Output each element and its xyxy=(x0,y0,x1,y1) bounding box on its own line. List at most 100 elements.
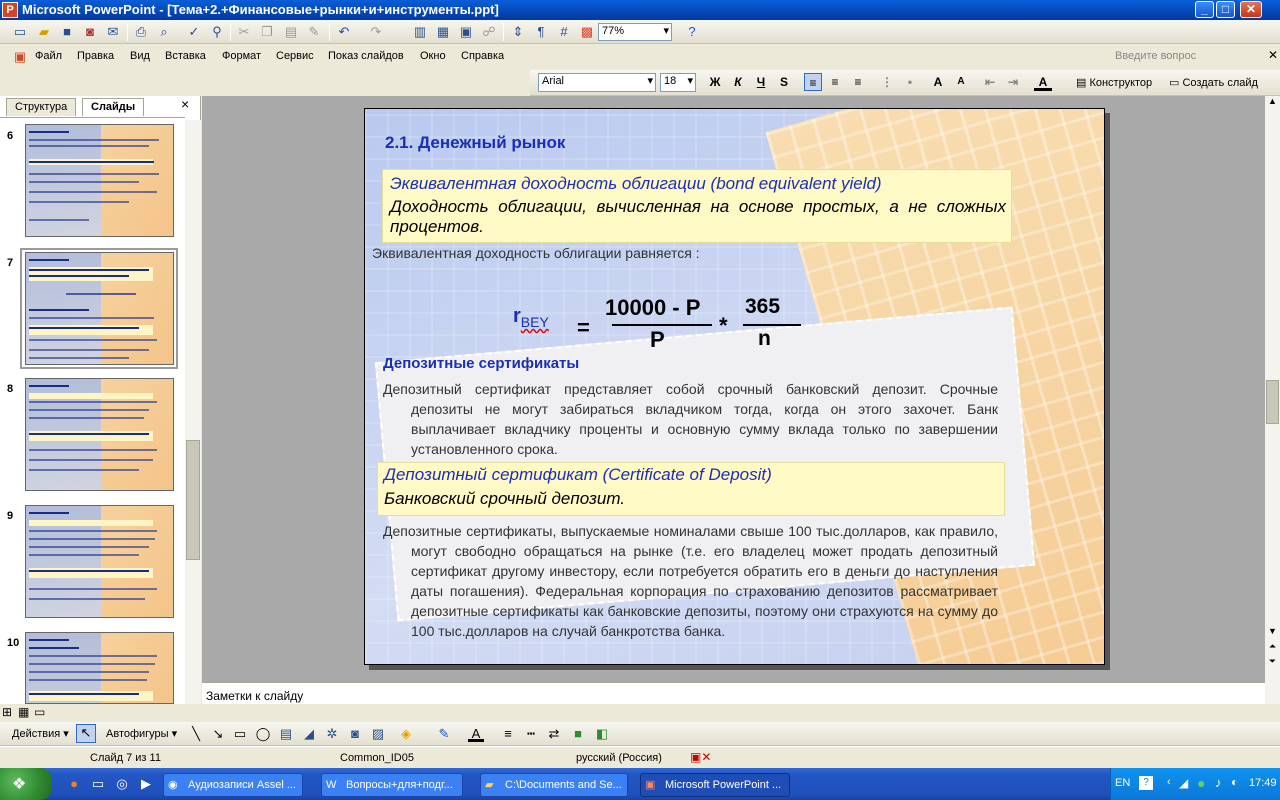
email-icon[interactable]: ✉ xyxy=(105,24,121,40)
design-button[interactable]: ▤ Конструктор xyxy=(1076,76,1152,89)
arrow-style-icon[interactable]: ⇄ xyxy=(546,726,562,742)
dash-style-icon[interactable]: ┅ xyxy=(523,726,539,742)
shadow-style-icon[interactable]: ■ xyxy=(570,726,586,742)
scrollbar-thumb[interactable] xyxy=(1266,380,1279,424)
spelling-icon[interactable]: ✓ xyxy=(186,24,202,40)
slide-thumbnail[interactable] xyxy=(25,632,174,704)
textbox-icon[interactable]: ▤ xyxy=(278,726,294,742)
network-icon[interactable]: ◢ xyxy=(1179,776,1188,790)
grid-icon[interactable]: # xyxy=(556,24,572,40)
copy-icon[interactable]: ❐ xyxy=(259,24,275,40)
next-slide-icon[interactable]: ⏷ xyxy=(1265,656,1280,671)
new-slide-button[interactable]: ▭ Создать слайд xyxy=(1169,76,1258,89)
tables-borders-icon[interactable]: ▣ xyxy=(458,24,474,40)
new-icon[interactable]: ▭ xyxy=(12,24,28,40)
desktop-icon[interactable]: ▭ xyxy=(90,776,106,792)
numbering-icon[interactable]: ⋮ xyxy=(878,73,896,91)
color-icon[interactable]: ▩ xyxy=(579,24,595,40)
undo-icon[interactable]: ↶ xyxy=(336,24,352,40)
status-tray-icon[interactable]: ● xyxy=(1197,775,1205,791)
wordart-icon[interactable]: ◢ xyxy=(301,726,317,742)
slide-thumbnail[interactable] xyxy=(25,378,174,491)
3d-style-icon[interactable]: ◧ xyxy=(594,726,610,742)
cut-icon[interactable]: ✂ xyxy=(236,24,252,40)
picture-icon[interactable]: ▨ xyxy=(370,726,386,742)
menu-help[interactable]: Справка xyxy=(461,50,504,62)
select-pointer-icon[interactable]: ↖ xyxy=(76,724,96,743)
firefox-icon[interactable]: ● xyxy=(66,776,82,792)
align-center-icon[interactable]: ≡ xyxy=(826,73,844,91)
insert-hyperlink-icon[interactable]: ☍ xyxy=(481,24,497,40)
slide-title[interactable]: 2.1. Денежный рынок xyxy=(385,133,565,153)
show-hidden-icon[interactable]: ‹ xyxy=(1167,776,1171,788)
language-bar[interactable]: EN xyxy=(1115,777,1130,789)
menu-slideshow[interactable]: Показ слайдов xyxy=(328,50,404,62)
scrollbar-thumb[interactable] xyxy=(186,440,200,560)
task-button-word[interactable]: W Вопросы+для+подг... xyxy=(321,773,463,797)
clipart-icon[interactable]: ◙ xyxy=(347,726,363,742)
print-icon[interactable]: ⎙ xyxy=(133,24,149,40)
menu-insert[interactable]: Вставка xyxy=(165,50,206,62)
menu-window[interactable]: Окно xyxy=(420,50,446,62)
decrease-indent-icon[interactable]: ⇤ xyxy=(981,73,999,91)
slide-sorter-icon[interactable]: ▦ xyxy=(18,705,29,719)
menu-edit[interactable]: Правка xyxy=(77,50,114,62)
bullets-icon[interactable]: • xyxy=(901,73,919,91)
menu-file[interactable]: Файл xyxy=(35,50,62,62)
media-icon[interactable]: ▶ xyxy=(138,776,154,792)
increase-indent-icon[interactable]: ⇥ xyxy=(1004,73,1022,91)
redo-icon[interactable]: ↷ xyxy=(368,24,384,40)
close-pane-icon[interactable]: × xyxy=(181,96,189,112)
scroll-up-icon[interactable]: ▲ xyxy=(1265,96,1280,111)
maximize-button[interactable]: □ xyxy=(1216,1,1235,18)
powerpoint-app-icon[interactable]: P xyxy=(2,2,18,18)
help-tray-icon[interactable]: ? xyxy=(1139,776,1153,790)
italic-button[interactable]: К xyxy=(729,73,747,91)
notes-pane[interactable]: Заметки к слайду xyxy=(202,682,1265,704)
permission-icon[interactable]: ◙ xyxy=(82,24,98,40)
autoshapes-menu[interactable]: Автофигуры ▾ xyxy=(106,727,177,740)
previous-slide-icon[interactable]: ⏶ xyxy=(1265,641,1280,656)
close-button[interactable]: ✕ xyxy=(1240,1,1262,18)
tab-slides[interactable]: Слайды xyxy=(82,98,145,116)
zoom-select[interactable]: 77% ▾ xyxy=(598,23,672,41)
print-preview-icon[interactable]: ⌕ xyxy=(156,24,172,40)
oval-icon[interactable]: ◯ xyxy=(255,726,271,742)
slide-thumbnail-selected[interactable] xyxy=(25,252,174,365)
bold-button[interactable]: Ж xyxy=(706,73,724,91)
diagram-icon[interactable]: ✲ xyxy=(324,726,340,742)
scroll-down-icon[interactable]: ▼ xyxy=(1265,626,1280,641)
slide-thumbnail[interactable] xyxy=(25,124,174,237)
menu-view[interactable]: Вид xyxy=(130,50,150,62)
arrow-icon[interactable]: ↘ xyxy=(210,726,226,742)
actions-menu[interactable]: Действия ▾ xyxy=(12,727,69,740)
slide-canvas[interactable]: 2.1. Денежный рынок Эквивалентная доходн… xyxy=(364,108,1105,665)
underline-button[interactable]: Ч xyxy=(752,73,770,91)
research-icon[interactable]: ⚲ xyxy=(209,24,225,40)
task-button-powerpoint[interactable]: ▣ Microsoft PowerPoint ... xyxy=(640,773,790,797)
close-document-icon[interactable]: ✕ xyxy=(1268,48,1278,62)
increase-font-icon[interactable]: A xyxy=(929,73,947,91)
minimize-button[interactable]: _ xyxy=(1195,1,1214,18)
slide-scrollbar[interactable]: ▲ ▼ ⏶ ⏷ xyxy=(1265,96,1280,704)
power-icon[interactable]: ◐ xyxy=(1231,775,1238,789)
align-left-icon[interactable]: ≡ xyxy=(804,73,822,91)
paste-icon[interactable]: ▤ xyxy=(283,24,299,40)
font-color-icon[interactable]: A xyxy=(468,726,484,742)
line-color-icon[interactable]: ✎ xyxy=(436,726,452,742)
line-style-icon[interactable]: ≡ xyxy=(500,726,516,742)
thumbnails-scrollbar[interactable] xyxy=(185,120,201,704)
ask-question-box[interactable]: Введите вопрос xyxy=(1115,50,1196,62)
shadow-button[interactable]: S xyxy=(775,73,793,91)
rectangle-icon[interactable]: ▭ xyxy=(232,726,248,742)
fill-color-icon[interactable]: ◈ xyxy=(398,726,414,742)
menu-tools[interactable]: Сервис xyxy=(276,50,314,62)
expand-icon[interactable]: ⇕ xyxy=(510,24,526,40)
clock[interactable]: 17:49 xyxy=(1249,777,1277,789)
start-button[interactable]: ❖ xyxy=(0,768,52,800)
format-painter-icon[interactable]: ✎ xyxy=(306,24,322,40)
spelling-status-icon[interactable]: ▣✕ xyxy=(690,750,711,764)
show-formatting-icon[interactable]: ¶ xyxy=(533,24,549,40)
slide-thumbnail[interactable] xyxy=(25,505,174,618)
help-icon[interactable]: ? xyxy=(684,24,700,40)
